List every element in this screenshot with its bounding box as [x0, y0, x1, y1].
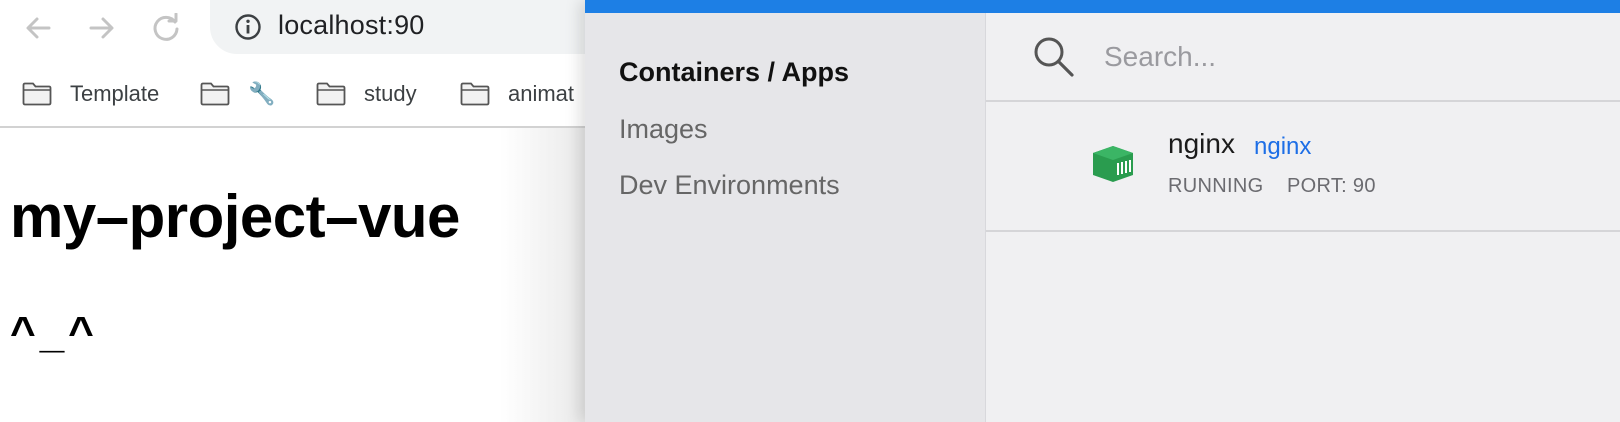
forward-arrow-icon: [89, 17, 114, 39]
container-icon: [1093, 146, 1133, 182]
window-shadow: [500, 128, 586, 422]
bookmark-animat[interactable]: animat: [460, 76, 574, 112]
folder-icon: [460, 82, 490, 106]
page-heading: my–project–vue: [10, 183, 460, 250]
sidebar-item-dev-environments[interactable]: Dev Environments: [619, 170, 840, 201]
reload-button[interactable]: [148, 10, 184, 46]
sidebar-item-containers-apps[interactable]: Containers / Apps: [619, 57, 849, 88]
page-subheading: ^_^: [10, 308, 98, 357]
search-icon: [1034, 37, 1074, 77]
back-arrow-icon: [26, 17, 51, 39]
bookmark-label: 🔧: [248, 81, 276, 106]
bookmark-label: animat: [508, 81, 575, 106]
bookmark-label: Template: [70, 81, 160, 106]
bookmark-study[interactable]: study: [316, 76, 417, 112]
folder-icon: [22, 82, 52, 106]
bookmark-template[interactable]: Template: [22, 76, 159, 112]
container-port[interactable]: PORT: 90: [1287, 175, 1376, 198]
back-button[interactable]: [20, 10, 56, 46]
address-bar[interactable]: localhost:90: [210, 0, 630, 54]
container-name[interactable]: nginx: [1168, 128, 1235, 160]
address-text[interactable]: localhost:90: [278, 10, 425, 41]
main-panel: nginx nginx RUNNING PORT: 90: [986, 13, 1620, 422]
container-image-link[interactable]: nginx: [1254, 133, 1311, 161]
bookmarks-bar: Template 🔧 study animat: [0, 66, 600, 124]
container-status: RUNNING: [1168, 175, 1264, 197]
bookmark-wrench[interactable]: 🔧: [200, 76, 275, 112]
browser-window: localhost:90 Template 🔧 study animat my–…: [0, 0, 630, 422]
docker-desktop-window: Containers / Apps Images Dev Environment…: [585, 0, 1620, 422]
folder-icon: [316, 82, 346, 106]
reload-icon: [153, 13, 179, 41]
forward-button[interactable]: [84, 10, 120, 46]
search-bar: [986, 13, 1620, 102]
sidebar: Containers / Apps Images Dev Environment…: [585, 13, 986, 422]
search-input[interactable]: [1102, 31, 1586, 83]
container-row-nginx[interactable]: nginx nginx RUNNING PORT: 90: [986, 102, 1620, 232]
site-info-icon[interactable]: [234, 13, 262, 41]
folder-icon: [200, 82, 230, 106]
title-accent-bar: [585, 0, 1620, 13]
bookmark-label: study: [364, 81, 417, 106]
sidebar-item-images[interactable]: Images: [619, 114, 708, 145]
